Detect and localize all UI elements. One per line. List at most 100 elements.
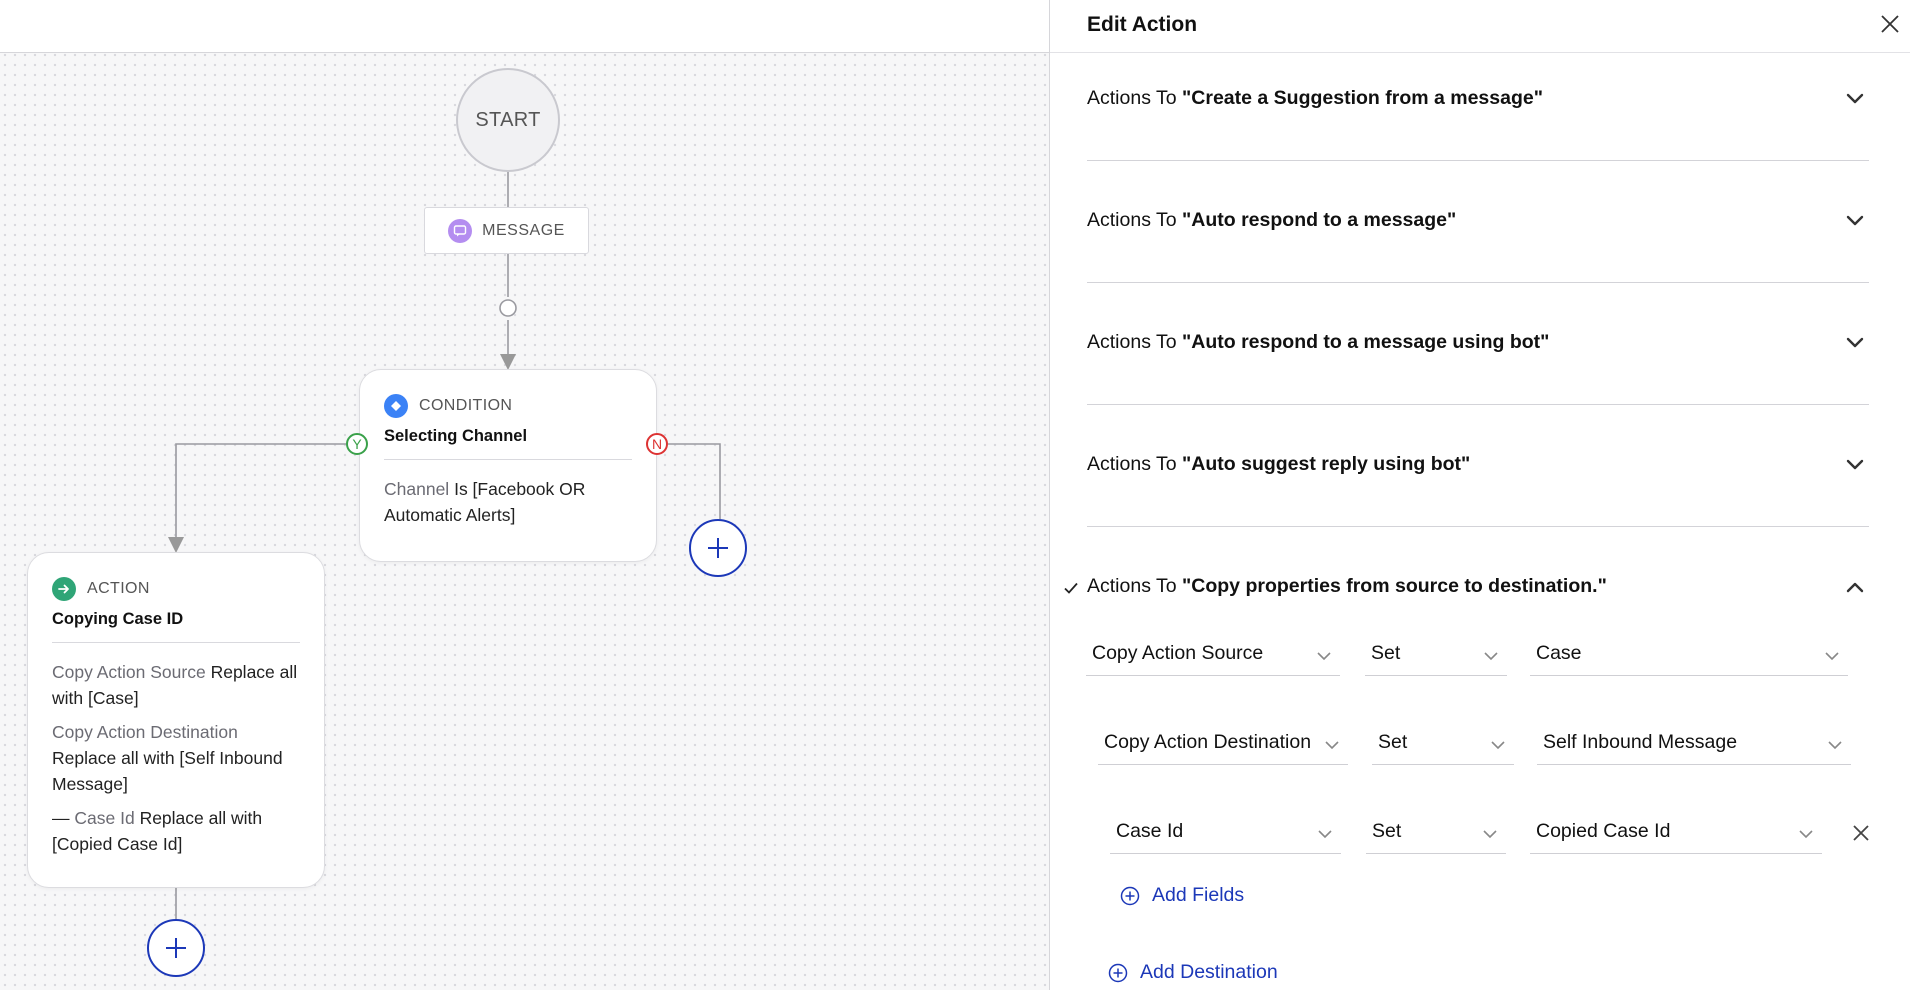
action-title: Copying Case ID	[52, 610, 184, 628]
field-select-case-id[interactable]: Case Id	[1110, 816, 1341, 854]
chevron-down-icon[interactable]	[1842, 452, 1868, 478]
operator-select-value: Set	[1371, 642, 1401, 664]
accordion-name: "Auto respond to a message using bot"	[1182, 331, 1550, 353]
add-fields-label: Add Fields	[1152, 884, 1245, 906]
plus-circle-icon	[1108, 963, 1128, 982]
workflow-canvas[interactable]: START MESSAGE CONDITION Selecting Channe…	[0, 0, 1049, 990]
operator-select-value: Set	[1378, 731, 1408, 753]
accordion-name: "Create a Suggestion from a message"	[1182, 87, 1543, 109]
chevron-down-icon[interactable]	[1842, 208, 1868, 234]
field-select-value: Copy Action Source	[1092, 642, 1264, 664]
close-icon	[1881, 15, 1899, 33]
yes-branch-badge: Y	[346, 433, 368, 455]
chevron-down-icon[interactable]	[1842, 330, 1868, 356]
condition-type-label: CONDITION	[419, 397, 513, 414]
chevron-down-icon[interactable]	[1842, 86, 1868, 112]
close-panel-button[interactable]	[1876, 10, 1904, 38]
chevron-down-icon	[1318, 830, 1332, 839]
add-node-button-action[interactable]	[147, 919, 205, 977]
accordion-item-auto-suggest-bot[interactable]: Actions To "Auto suggest reply using bot…	[1087, 405, 1869, 527]
plus-icon	[708, 538, 728, 558]
accordion-item-auto-respond-bot[interactable]: Actions To "Auto respond to a message us…	[1087, 283, 1869, 405]
accordion-label: Actions To "Auto respond to a message"	[1087, 209, 1456, 232]
accordion-label: Actions To "Create a Suggestion from a m…	[1087, 87, 1543, 110]
plus-circle-icon	[1120, 886, 1140, 905]
action-line: Copy Action Source Replace all with [Cas…	[52, 659, 300, 711]
field-select-value: Case Id	[1116, 820, 1184, 842]
accordion-label: Actions To "Auto suggest reply using bot…	[1087, 453, 1470, 476]
chevron-down-icon	[1491, 741, 1505, 750]
action-line: Copy Action Destination Replace all with…	[52, 719, 300, 797]
field-select-source[interactable]: Copy Action Source	[1086, 638, 1340, 676]
operator-select-case-id[interactable]: Set	[1366, 816, 1506, 854]
plus-icon	[166, 938, 186, 958]
add-destination-link[interactable]: Add Destination	[1108, 961, 1278, 984]
accordion-label: Actions To "Copy properties from source …	[1087, 575, 1607, 598]
connector-node[interactable]	[499, 299, 517, 317]
accordion-label: Actions To "Auto respond to a message us…	[1087, 331, 1549, 354]
start-label: START	[475, 108, 541, 131]
remove-field-button[interactable]	[1850, 822, 1872, 844]
chevron-down-icon	[1483, 830, 1497, 839]
operator-select-source[interactable]: Set	[1365, 638, 1507, 676]
field-select-value: Copy Action Destination	[1104, 731, 1312, 753]
add-fields-link[interactable]: Add Fields	[1120, 884, 1244, 907]
chevron-down-icon	[1825, 652, 1839, 661]
checkmark-icon	[1064, 582, 1078, 594]
chevron-down-icon	[1325, 741, 1339, 750]
accordion-name: "Auto respond to a message"	[1182, 209, 1457, 231]
accordion-name: "Auto suggest reply using bot"	[1182, 453, 1471, 475]
accordion-prefix: Actions To	[1087, 453, 1177, 475]
value-select-destination[interactable]: Self Inbound Message	[1537, 727, 1851, 765]
accordion-item-auto-respond[interactable]: Actions To "Auto respond to a message"	[1087, 161, 1869, 283]
value-select-value: Case	[1536, 642, 1582, 664]
no-branch-badge: N	[646, 433, 668, 455]
action-line-field: Copy Action Destination	[52, 722, 238, 742]
condition-field: Channel	[384, 479, 450, 499]
field-select-destination[interactable]: Copy Action Destination	[1098, 727, 1348, 765]
action-line-prefix: —	[52, 808, 70, 828]
add-node-button-no-branch[interactable]	[689, 519, 747, 577]
action-type-label: ACTION	[87, 580, 150, 597]
arrow-right-icon	[52, 577, 76, 601]
accordion-item-create-suggestion[interactable]: Actions To "Create a Suggestion from a m…	[1087, 53, 1869, 161]
accordion-prefix: Actions To	[1087, 209, 1177, 231]
action-line: — Case Id Replace all with [Copied Case …	[52, 805, 300, 857]
no-label: N	[651, 436, 663, 452]
value-select-case-id[interactable]: Copied Case Id	[1530, 816, 1822, 854]
operator-select-value: Set	[1372, 820, 1402, 842]
add-destination-label: Add Destination	[1140, 961, 1278, 983]
condition-card[interactable]: CONDITION Selecting Channel Channel Is […	[359, 369, 657, 562]
accordion-prefix: Actions To	[1087, 575, 1177, 597]
accordion-item-copy-properties[interactable]: Actions To "Copy properties from source …	[1087, 527, 1869, 607]
operator-select-destination[interactable]: Set	[1372, 727, 1514, 765]
divider	[52, 642, 300, 643]
message-icon	[448, 218, 473, 243]
chevron-down-icon	[1799, 830, 1813, 839]
accordion-name: "Copy properties from source to destinat…	[1182, 575, 1607, 597]
message-label: MESSAGE	[482, 221, 565, 239]
condition-title: Selecting Channel	[384, 427, 528, 445]
message-trigger-node[interactable]: MESSAGE	[424, 207, 589, 254]
action-line-field: Case Id	[74, 808, 135, 828]
chevron-down-icon	[1828, 741, 1842, 750]
panel-header: Edit Action	[1050, 0, 1910, 53]
action-line-field: Copy Action Source	[52, 662, 206, 682]
chevron-up-icon[interactable]	[1842, 574, 1868, 600]
condition-icon	[384, 394, 408, 418]
condition-rule: Channel Is [Facebook OR Automatic Alerts…	[384, 476, 632, 528]
accordion-prefix: Actions To	[1087, 87, 1177, 109]
divider	[384, 459, 632, 460]
chevron-down-icon	[1484, 652, 1498, 661]
action-card[interactable]: ACTION Copying Case ID Copy Action Sourc…	[27, 552, 325, 888]
value-select-value: Copied Case Id	[1536, 820, 1671, 842]
accordion-prefix: Actions To	[1087, 331, 1177, 353]
close-icon	[1853, 825, 1869, 841]
value-select-value: Self Inbound Message	[1543, 731, 1738, 753]
action-line-rule: Replace all with [Self Inbound Message]	[52, 748, 283, 794]
start-node[interactable]: START	[456, 68, 560, 172]
panel-title: Edit Action	[1087, 13, 1198, 36]
value-select-source[interactable]: Case	[1530, 638, 1848, 676]
yes-label: Y	[352, 436, 362, 452]
chevron-down-icon	[1317, 652, 1331, 661]
